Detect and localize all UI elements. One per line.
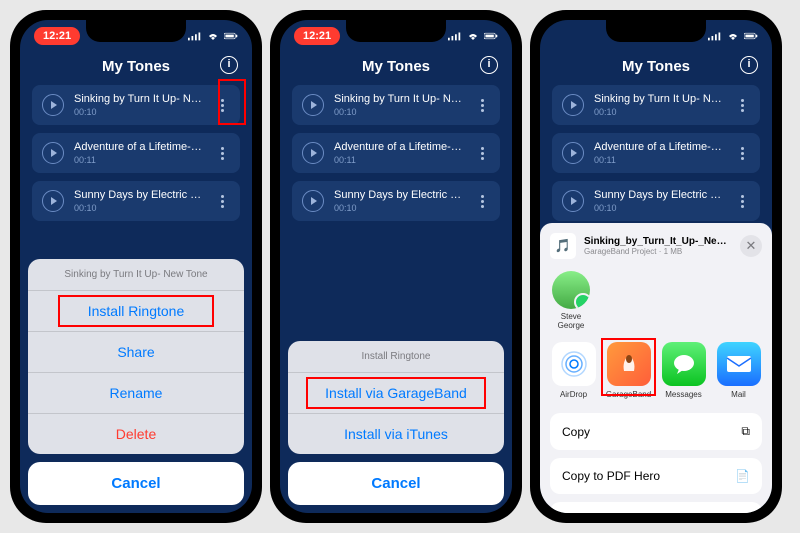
contact-avatar: [552, 271, 590, 309]
action-sheet: Sinking by Turn It Up- New Tone Install …: [20, 20, 252, 513]
document-subtitle: GarageBand Project · 1 MB: [584, 247, 732, 256]
page-title: My Tones: [622, 58, 690, 75]
notch: [346, 20, 446, 42]
share-option[interactable]: Share: [28, 332, 244, 373]
battery-icon: [744, 31, 758, 41]
garageband-icon: [607, 342, 651, 386]
notch: [606, 20, 706, 42]
play-button[interactable]: [562, 190, 584, 212]
more-options-button[interactable]: [734, 147, 750, 160]
copy-pdf-action[interactable]: Copy to PDF Hero 📄: [550, 458, 762, 494]
phone-mockup-2: 12:21 My Tones i Sinking by Turn It Up- …: [270, 10, 522, 523]
mail-icon: [717, 342, 761, 386]
pdf-icon: 📄: [735, 469, 750, 483]
save-files-action[interactable]: Save to Files 📁: [550, 502, 762, 513]
tone-list: Sinking by Turn It Up- New T...00:10 Adv…: [540, 85, 772, 229]
sheet-title: Sinking by Turn It Up- New Tone: [28, 259, 244, 291]
document-title: Sinking_by_Turn_It_Up-_New_Tone: [584, 236, 732, 247]
install-via-itunes-option[interactable]: Install via iTunes: [288, 414, 504, 454]
airdrop-icon: [552, 342, 596, 386]
contact-item[interactable]: Steve George: [550, 271, 592, 330]
signal-icon: [708, 31, 722, 41]
cancel-button[interactable]: Cancel: [28, 462, 244, 505]
play-button[interactable]: [562, 142, 584, 164]
wifi-icon: [726, 31, 740, 41]
play-button[interactable]: [562, 94, 584, 116]
messages-icon: [662, 342, 706, 386]
more-options-button[interactable]: [734, 195, 750, 208]
rename-option[interactable]: Rename: [28, 373, 244, 414]
more-options-button[interactable]: [734, 99, 750, 112]
copy-icon: ⧉: [741, 424, 750, 439]
document-icon: 🎵: [550, 233, 576, 259]
action-sheet: Install Ringtone Install via GarageBand …: [280, 20, 512, 513]
close-button[interactable]: ✕: [740, 235, 762, 257]
sheet-title: Install Ringtone: [288, 341, 504, 373]
phone-mockup-3: My Tones i Sinking by Turn It Up- New T.…: [530, 10, 782, 523]
tone-item[interactable]: Adventure of a Lifetime- Ne...00:11: [552, 133, 760, 173]
messages-app[interactable]: Messages: [660, 342, 707, 399]
install-ringtone-option[interactable]: Install Ringtone: [28, 291, 244, 332]
airdrop-app[interactable]: AirDrop: [550, 342, 597, 399]
install-via-garageband-option[interactable]: Install via GarageBand: [288, 373, 504, 414]
mail-app[interactable]: Mail: [715, 342, 762, 399]
cancel-button[interactable]: Cancel: [288, 462, 504, 505]
share-apps-row: AirDrop GarageBand Messages: [550, 342, 762, 399]
info-button[interactable]: i: [740, 56, 758, 74]
contact-name: Steve George: [550, 312, 592, 330]
garageband-app[interactable]: GarageBand: [605, 342, 652, 399]
notch: [86, 20, 186, 42]
screen-header: My Tones i: [540, 52, 772, 85]
delete-option[interactable]: Delete: [28, 414, 244, 454]
tone-item[interactable]: Sinking by Turn It Up- New T...00:10: [552, 85, 760, 125]
share-contacts-row: Steve George: [550, 271, 762, 330]
copy-action[interactable]: Copy ⧉: [550, 413, 762, 450]
share-sheet: 🎵 Sinking_by_Turn_It_Up-_New_Tone Garage…: [540, 223, 772, 513]
phone-mockup-1: 12:21 My Tones i Sinking by Turn It Up- …: [10, 10, 262, 523]
tone-item[interactable]: Sunny Days by Electric Moti...00:10: [552, 181, 760, 221]
